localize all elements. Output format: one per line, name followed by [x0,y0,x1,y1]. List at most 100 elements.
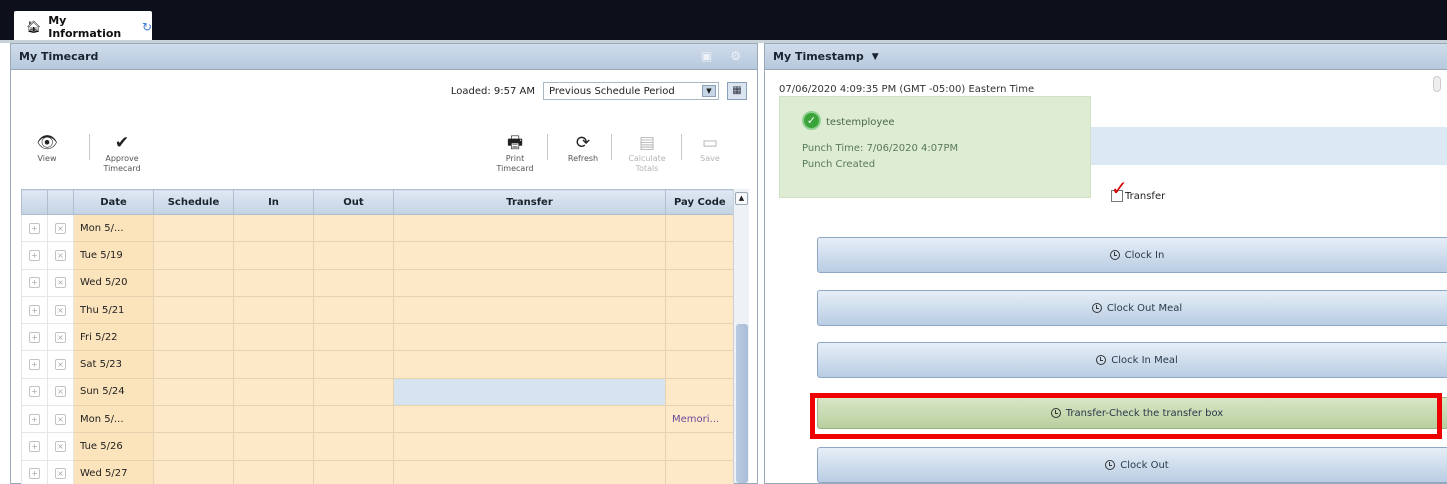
add-row-cell[interactable]: + [21,268,48,297]
print-timecard-button[interactable]: 🖶 Print Timecard [495,132,535,174]
schedule-cell[interactable] [153,350,234,379]
clock-in-button[interactable]: Clock In [817,237,1447,273]
view-button[interactable]: 👁︎ View [29,132,65,164]
header-pay-code[interactable]: Pay Code [665,189,734,215]
tab-my-information[interactable]: 🏠︎ My Information ↻ [14,11,152,42]
transfer-cell[interactable] [393,377,666,407]
scroll-up-icon[interactable]: ▲ [735,192,748,205]
header-out[interactable]: Out [313,189,394,215]
plus-icon[interactable]: + [29,413,40,425]
transfer-cell[interactable] [393,350,666,379]
pay-code-cell[interactable] [665,323,734,352]
panel-title[interactable]: My Timestamp [773,50,864,63]
delete-row-cell[interactable]: × [47,350,74,379]
transfer-cell[interactable] [393,295,666,325]
delete-row-cell[interactable]: × [47,377,74,407]
table-row[interactable]: + × Tue 5/19 [21,241,734,270]
clock-out-meal-button[interactable]: Clock Out Meal [817,290,1447,326]
table-row[interactable]: + × Mon 5/... [21,213,734,243]
delete-row-cell[interactable]: × [47,295,74,325]
in-cell[interactable] [233,323,314,352]
pay-code-cell[interactable] [665,432,734,461]
out-cell[interactable] [313,268,394,297]
add-row-cell[interactable]: + [21,350,48,379]
transfer-cell[interactable] [393,405,666,434]
pay-code-cell[interactable] [665,295,734,325]
plus-icon[interactable]: + [29,441,40,453]
close-icon[interactable]: × [55,386,66,398]
out-cell[interactable] [313,295,394,325]
out-cell[interactable] [313,459,394,484]
transfer-checkbox[interactable]: ✓ [1111,178,1128,202]
add-row-cell[interactable]: + [21,295,48,325]
out-cell[interactable] [313,350,394,379]
in-cell[interactable] [233,241,314,270]
transfer-checkbox-row[interactable]: ✓ Transfer [1111,178,1165,202]
out-cell[interactable] [313,241,394,270]
pay-code-cell[interactable]: Memori... [665,405,734,434]
header-schedule[interactable]: Schedule [153,189,234,215]
schedule-cell[interactable] [153,432,234,461]
approve-timecard-button[interactable]: ✔ Approve Timecard [97,132,147,174]
schedule-cell[interactable] [153,405,234,434]
plus-icon[interactable]: + [29,304,40,316]
transfer-cell[interactable] [393,213,666,243]
in-cell[interactable] [233,377,314,407]
plus-icon[interactable]: + [29,359,40,371]
table-row[interactable]: + × Thu 5/21 [21,295,734,325]
close-icon[interactable]: × [55,222,66,234]
close-icon[interactable]: × [55,249,66,261]
in-cell[interactable] [233,268,314,297]
pay-code-cell[interactable] [665,268,734,297]
pay-code-cell[interactable] [665,350,734,379]
add-row-cell[interactable]: + [21,323,48,352]
maximize-icon[interactable]: ▣ [701,49,712,63]
close-icon[interactable]: × [55,413,66,425]
pay-code-cell[interactable] [665,241,734,270]
chevron-down-icon[interactable]: ▼ [872,52,879,62]
clock-out-button[interactable]: Clock Out [817,447,1447,483]
add-row-cell[interactable]: + [21,405,48,434]
delete-row-cell[interactable]: × [47,241,74,270]
delete-row-cell[interactable]: × [47,268,74,297]
close-icon[interactable]: × [55,441,66,453]
out-cell[interactable] [313,405,394,434]
header-in[interactable]: In [233,189,314,215]
in-cell[interactable] [233,432,314,461]
in-cell[interactable] [233,459,314,484]
gear-icon[interactable]: ⚙ [730,49,741,63]
calculate-totals-button[interactable]: ▤ Calculate Totals [625,132,669,174]
pay-code-cell[interactable] [665,459,734,484]
plus-icon[interactable]: + [29,331,40,343]
schedule-cell[interactable] [153,295,234,325]
plus-icon[interactable]: + [29,222,40,234]
schedule-cell[interactable] [153,241,234,270]
plus-icon[interactable]: + [29,249,40,261]
in-cell[interactable] [233,405,314,434]
vertical-scrollbar[interactable]: ▲ [733,189,749,483]
delete-row-cell[interactable]: × [47,432,74,461]
in-cell[interactable] [233,213,314,243]
schedule-cell[interactable] [153,268,234,297]
in-cell[interactable] [233,295,314,325]
plus-icon[interactable]: + [29,468,40,480]
refresh-button[interactable]: ⟳ Refresh [563,132,603,164]
close-icon[interactable]: × [55,304,66,316]
delete-row-cell[interactable]: × [47,405,74,434]
table-row[interactable]: + × Tue 5/26 [21,432,734,461]
in-cell[interactable] [233,350,314,379]
clock-in-meal-button[interactable]: Clock In Meal [817,342,1447,378]
table-row[interactable]: + × Sun 5/24 [21,377,734,407]
out-cell[interactable] [313,323,394,352]
pay-code-cell[interactable] [665,377,734,407]
table-row[interactable]: + × Wed 5/27 [21,459,734,484]
delete-row-cell[interactable]: × [47,459,74,484]
close-icon[interactable]: × [55,277,66,289]
close-icon[interactable]: × [55,468,66,480]
period-select[interactable]: Previous Schedule Period ▼ [543,82,719,100]
plus-icon[interactable]: + [29,386,40,398]
transfer-cell[interactable] [393,323,666,352]
scroll-handle[interactable] [1433,76,1441,92]
transfer-cell[interactable] [393,268,666,297]
delete-row-cell[interactable]: × [47,213,74,243]
